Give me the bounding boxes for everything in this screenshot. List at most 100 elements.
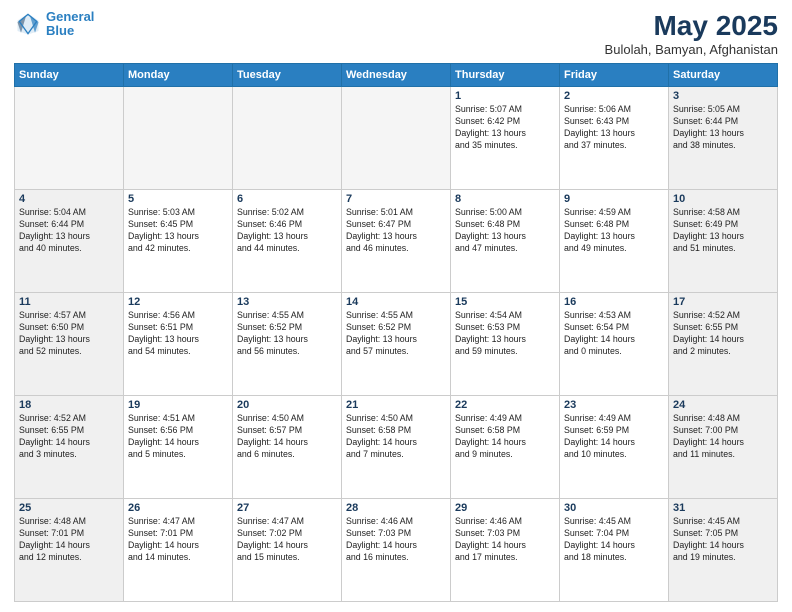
header: General Blue May 2025 Bulolah, Bamyan, A… bbox=[14, 10, 778, 57]
calendar-cell: 9 Sunrise: 4:59 AM Sunset: 6:48 PM Daylig… bbox=[560, 190, 669, 293]
calendar-cell: 4Sunrise: 5:04 AM Sunset: 6:44 PM Daylig… bbox=[15, 190, 124, 293]
day-info: Sunrise: 4:45 AM Sunset: 7:05 PM Dayligh… bbox=[673, 516, 773, 564]
calendar-cell: 28 Sunrise: 4:46 AM Sunset: 7:03 PM Dayli… bbox=[342, 499, 451, 602]
day-info: Sunrise: 5:01 AM Sunset: 6:47 PM Dayligh… bbox=[346, 207, 446, 255]
calendar-cell: 16 Sunrise: 4:53 AM Sunset: 6:54 PM Dayli… bbox=[560, 293, 669, 396]
day-number: 26 bbox=[128, 502, 228, 514]
day-info: Sunrise: 4:50 AM Sunset: 6:57 PM Dayligh… bbox=[237, 413, 337, 461]
day-info: Sunrise: 4:48 AM Sunset: 7:00 PM Dayligh… bbox=[673, 413, 773, 461]
day-info: Sunrise: 5:03 AM Sunset: 6:45 PM Dayligh… bbox=[128, 207, 228, 255]
calendar-cell: 8 Sunrise: 5:00 AM Sunset: 6:48 PM Daylig… bbox=[451, 190, 560, 293]
calendar-cell: 26 Sunrise: 4:47 AM Sunset: 7:01 PM Dayli… bbox=[124, 499, 233, 602]
day-number: 5 bbox=[128, 193, 228, 205]
subtitle: Bulolah, Bamyan, Afghanistan bbox=[605, 42, 778, 57]
week-row-5: 25Sunrise: 4:48 AM Sunset: 7:01 PM Dayli… bbox=[15, 499, 778, 602]
calendar-cell: 13Sunrise: 4:55 AM Sunset: 6:52 PM Dayli… bbox=[233, 293, 342, 396]
calendar-cell: 3Sunrise: 5:05 AM Sunset: 6:44 PM Daylig… bbox=[669, 87, 778, 190]
day-info: Sunrise: 5:02 AM Sunset: 6:46 PM Dayligh… bbox=[237, 207, 337, 255]
col-sunday: Sunday bbox=[15, 64, 124, 87]
day-info: Sunrise: 4:59 AM Sunset: 6:48 PM Dayligh… bbox=[564, 207, 664, 255]
calendar-cell: 15 Sunrise: 4:54 AM Sunset: 6:53 PM Dayli… bbox=[451, 293, 560, 396]
calendar-cell bbox=[233, 87, 342, 190]
day-number: 21 bbox=[346, 399, 446, 411]
day-number: 20 bbox=[237, 399, 337, 411]
calendar-cell: 1 Sunrise: 5:07 AM Sunset: 6:42 PM Daylig… bbox=[451, 87, 560, 190]
day-number: 15 bbox=[455, 296, 555, 308]
day-info: Sunrise: 4:47 AM Sunset: 7:02 PM Dayligh… bbox=[237, 516, 337, 564]
calendar-cell: 21 Sunrise: 4:50 AM Sunset: 6:58 PM Dayli… bbox=[342, 396, 451, 499]
calendar-cell: 18 Sunrise: 4:52 AM Sunset: 6:55 PM Dayli… bbox=[15, 396, 124, 499]
day-info: Sunrise: 4:50 AM Sunset: 6:58 PM Dayligh… bbox=[346, 413, 446, 461]
day-info: Sunrise: 4:57 AM Sunset: 6:50 PM Dayligh… bbox=[19, 310, 119, 358]
calendar-cell: 20 Sunrise: 4:50 AM Sunset: 6:57 PM Dayli… bbox=[233, 396, 342, 499]
day-number: 28 bbox=[346, 502, 446, 514]
day-number: 7 bbox=[346, 193, 446, 205]
calendar-cell: 25Sunrise: 4:48 AM Sunset: 7:01 PM Dayli… bbox=[15, 499, 124, 602]
day-number: 11 bbox=[19, 296, 119, 308]
day-number: 27 bbox=[237, 502, 337, 514]
calendar-cell: 7 Sunrise: 5:01 AM Sunset: 6:47 PM Daylig… bbox=[342, 190, 451, 293]
logo-line2: Blue bbox=[46, 24, 94, 38]
day-info: Sunrise: 5:05 AM Sunset: 6:44 PM Dayligh… bbox=[673, 104, 773, 152]
col-saturday: Saturday bbox=[669, 64, 778, 87]
calendar-cell: 30Sunrise: 4:45 AM Sunset: 7:04 PM Dayli… bbox=[560, 499, 669, 602]
day-number: 23 bbox=[564, 399, 664, 411]
day-info: Sunrise: 4:49 AM Sunset: 6:59 PM Dayligh… bbox=[564, 413, 664, 461]
col-wednesday: Wednesday bbox=[342, 64, 451, 87]
day-info: Sunrise: 4:55 AM Sunset: 6:52 PM Dayligh… bbox=[346, 310, 446, 358]
day-number: 18 bbox=[19, 399, 119, 411]
day-number: 12 bbox=[128, 296, 228, 308]
calendar-cell: 19Sunrise: 4:51 AM Sunset: 6:56 PM Dayli… bbox=[124, 396, 233, 499]
day-number: 6 bbox=[237, 193, 337, 205]
calendar-cell bbox=[342, 87, 451, 190]
day-info: Sunrise: 4:52 AM Sunset: 6:55 PM Dayligh… bbox=[19, 413, 119, 461]
day-number: 13 bbox=[237, 296, 337, 308]
day-number: 14 bbox=[346, 296, 446, 308]
day-number: 22 bbox=[455, 399, 555, 411]
header-row: Sunday Monday Tuesday Wednesday Thursday… bbox=[15, 64, 778, 87]
day-number: 1 bbox=[455, 90, 555, 102]
day-number: 9 bbox=[564, 193, 664, 205]
day-info: Sunrise: 4:58 AM Sunset: 6:49 PM Dayligh… bbox=[673, 207, 773, 255]
day-info: Sunrise: 4:48 AM Sunset: 7:01 PM Dayligh… bbox=[19, 516, 119, 564]
calendar-cell: 27 Sunrise: 4:47 AM Sunset: 7:02 PM Dayli… bbox=[233, 499, 342, 602]
calendar-cell: 5 Sunrise: 5:03 AM Sunset: 6:45 PM Daylig… bbox=[124, 190, 233, 293]
day-info: Sunrise: 4:46 AM Sunset: 7:03 PM Dayligh… bbox=[455, 516, 555, 564]
week-row-3: 11 Sunrise: 4:57 AM Sunset: 6:50 PM Dayli… bbox=[15, 293, 778, 396]
day-info: Sunrise: 5:07 AM Sunset: 6:42 PM Dayligh… bbox=[455, 104, 555, 152]
day-info: Sunrise: 4:53 AM Sunset: 6:54 PM Dayligh… bbox=[564, 310, 664, 358]
day-info: Sunrise: 5:06 AM Sunset: 6:43 PM Dayligh… bbox=[564, 104, 664, 152]
calendar-cell: 31 Sunrise: 4:45 AM Sunset: 7:05 PM Dayli… bbox=[669, 499, 778, 602]
day-number: 4 bbox=[19, 193, 119, 205]
calendar-cell: 23 Sunrise: 4:49 AM Sunset: 6:59 PM Dayli… bbox=[560, 396, 669, 499]
day-info: Sunrise: 4:49 AM Sunset: 6:58 PM Dayligh… bbox=[455, 413, 555, 461]
day-number: 31 bbox=[673, 502, 773, 514]
calendar-cell bbox=[15, 87, 124, 190]
calendar-cell: 24 Sunrise: 4:48 AM Sunset: 7:00 PM Dayli… bbox=[669, 396, 778, 499]
calendar-cell: 14 Sunrise: 4:55 AM Sunset: 6:52 PM Dayli… bbox=[342, 293, 451, 396]
day-number: 16 bbox=[564, 296, 664, 308]
day-number: 8 bbox=[455, 193, 555, 205]
day-number: 10 bbox=[673, 193, 773, 205]
day-info: Sunrise: 5:00 AM Sunset: 6:48 PM Dayligh… bbox=[455, 207, 555, 255]
day-info: Sunrise: 4:51 AM Sunset: 6:56 PM Dayligh… bbox=[128, 413, 228, 461]
calendar-cell bbox=[124, 87, 233, 190]
col-thursday: Thursday bbox=[451, 64, 560, 87]
day-info: Sunrise: 4:46 AM Sunset: 7:03 PM Dayligh… bbox=[346, 516, 446, 564]
day-info: Sunrise: 4:52 AM Sunset: 6:55 PM Dayligh… bbox=[673, 310, 773, 358]
calendar-cell: 10 Sunrise: 4:58 AM Sunset: 6:49 PM Dayli… bbox=[669, 190, 778, 293]
day-info: Sunrise: 4:54 AM Sunset: 6:53 PM Dayligh… bbox=[455, 310, 555, 358]
day-number: 2 bbox=[564, 90, 664, 102]
week-row-2: 4Sunrise: 5:04 AM Sunset: 6:44 PM Daylig… bbox=[15, 190, 778, 293]
calendar-cell: 17 Sunrise: 4:52 AM Sunset: 6:55 PM Dayli… bbox=[669, 293, 778, 396]
day-number: 30 bbox=[564, 502, 664, 514]
day-number: 29 bbox=[455, 502, 555, 514]
day-number: 17 bbox=[673, 296, 773, 308]
day-info: Sunrise: 4:56 AM Sunset: 6:51 PM Dayligh… bbox=[128, 310, 228, 358]
col-friday: Friday bbox=[560, 64, 669, 87]
day-number: 24 bbox=[673, 399, 773, 411]
col-monday: Monday bbox=[124, 64, 233, 87]
page: General Blue May 2025 Bulolah, Bamyan, A… bbox=[0, 0, 792, 612]
week-row-1: 1 Sunrise: 5:07 AM Sunset: 6:42 PM Daylig… bbox=[15, 87, 778, 190]
day-info: Sunrise: 4:47 AM Sunset: 7:01 PM Dayligh… bbox=[128, 516, 228, 564]
